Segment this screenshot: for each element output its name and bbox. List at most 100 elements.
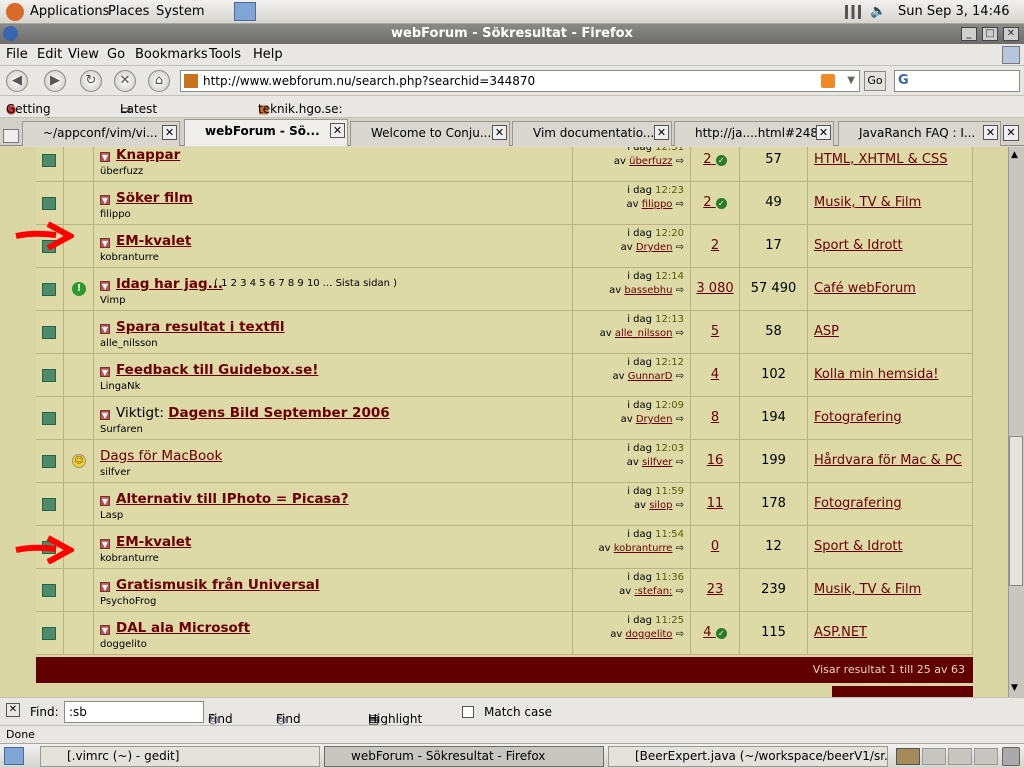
tab-close-icon[interactable]: ✕ bbox=[162, 125, 177, 140]
goto-last-post-icon[interactable]: ⇨ bbox=[676, 457, 684, 468]
last-poster-link[interactable]: filippo bbox=[642, 199, 673, 210]
thread-title-link[interactable]: EM-kvalet bbox=[116, 233, 191, 249]
thread-title-link[interactable]: Dags för MacBook bbox=[100, 448, 222, 464]
tab-close-icon[interactable]: ✕ bbox=[983, 125, 998, 140]
forum-link[interactable]: Café webForum bbox=[814, 281, 916, 296]
gnome-foot-icon[interactable] bbox=[6, 3, 24, 21]
tab-java-html[interactable]: http://ja....html#248 ✕ bbox=[674, 121, 834, 146]
thread-title-link[interactable]: EM-kvalet bbox=[116, 534, 191, 550]
new-post-icon[interactable]: ▼ bbox=[100, 539, 110, 549]
new-post-icon[interactable]: ▼ bbox=[100, 496, 110, 506]
forum-link[interactable]: Sport & Idrott bbox=[814, 539, 903, 554]
forum-link[interactable]: Hårdvara för Mac & PC bbox=[814, 453, 962, 468]
last-poster-link[interactable]: Dryden bbox=[636, 242, 673, 253]
pagination[interactable] bbox=[832, 686, 973, 697]
tab-vim-docs[interactable]: Vim documentatio... ✕ bbox=[512, 121, 672, 146]
new-post-icon[interactable]: ▼ bbox=[100, 410, 110, 420]
tab-webforum[interactable]: webForum - Sö... ✕ bbox=[184, 119, 348, 146]
last-poster-link[interactable]: überfuzz bbox=[629, 156, 672, 167]
tab-close-icon[interactable]: ✕ bbox=[330, 123, 345, 138]
minimize-button[interactable]: _ bbox=[961, 27, 977, 41]
new-post-icon[interactable]: ▼ bbox=[100, 625, 110, 635]
search-engine-icon[interactable]: G bbox=[898, 73, 909, 88]
goto-last-post-icon[interactable]: ⇨ bbox=[676, 156, 684, 167]
tab-conjure[interactable]: Welcome to Conju... ✕ bbox=[350, 121, 510, 146]
maximize-button[interactable]: □ bbox=[982, 27, 998, 41]
forum-link[interactable]: Kolla min hemsida! bbox=[814, 367, 939, 382]
goto-last-post-icon[interactable]: ⇨ bbox=[676, 629, 684, 640]
menu-places[interactable]: Places bbox=[108, 4, 149, 19]
thread-title-link[interactable]: DAL ala Microsoft bbox=[116, 620, 250, 636]
replies-link[interactable]: 23 bbox=[691, 582, 739, 597]
find-input[interactable]: :sb bbox=[64, 701, 204, 723]
vertical-scrollbar[interactable]: ▲ ▼ bbox=[1008, 147, 1024, 697]
last-poster-link[interactable]: alle_nilsson bbox=[615, 328, 673, 339]
goto-last-post-icon[interactable]: ⇨ bbox=[676, 500, 684, 511]
close-find-icon[interactable]: ✕ bbox=[6, 703, 20, 717]
thread-title-link[interactable]: Idag har jag... bbox=[116, 276, 223, 292]
thread-title-link[interactable]: Söker film bbox=[116, 190, 193, 206]
forward-icon[interactable]: ▶ bbox=[44, 70, 66, 92]
menu-applications[interactable]: Applications bbox=[30, 4, 109, 19]
home-icon[interactable]: ⌂ bbox=[148, 70, 170, 92]
go-button[interactable]: Go bbox=[864, 71, 886, 91]
goto-last-post-icon[interactable]: ⇨ bbox=[676, 285, 684, 296]
forum-link[interactable]: ASP bbox=[814, 324, 839, 339]
stop-icon[interactable]: ✕ bbox=[114, 70, 136, 92]
forum-link[interactable]: HTML, XHTML & CSS bbox=[814, 152, 948, 167]
new-tab-icon[interactable] bbox=[3, 129, 19, 143]
menu-edit[interactable]: Edit bbox=[37, 47, 62, 62]
thread-title-link[interactable]: Feedback till Guidebox.se! bbox=[116, 362, 318, 378]
last-poster-link[interactable]: kobranturre bbox=[614, 543, 673, 554]
workspace-3[interactable] bbox=[948, 748, 972, 765]
volume-icon[interactable]: 🔈 bbox=[870, 4, 886, 19]
replies-link[interactable]: 3 080 bbox=[691, 281, 739, 296]
forum-link[interactable]: ASP.NET bbox=[814, 625, 867, 640]
new-post-icon[interactable]: ▼ bbox=[100, 367, 110, 377]
replies-link[interactable]: 4 bbox=[691, 367, 739, 382]
tab-javaranch[interactable]: JavaRanch FAQ : I... ✕ bbox=[838, 121, 1001, 146]
last-poster-link[interactable]: silop bbox=[649, 500, 672, 511]
scrollbar-thumb[interactable] bbox=[1009, 436, 1023, 586]
workspace-2[interactable] bbox=[922, 748, 946, 765]
goto-last-post-icon[interactable]: ⇨ bbox=[676, 199, 684, 210]
rss-feed-icon[interactable] bbox=[821, 74, 835, 88]
replies-link[interactable]: 8 bbox=[691, 410, 739, 425]
taskbar-item-eclipse[interactable]: [BeerExpert.java (~/workspace/beerV1/sr.… bbox=[608, 746, 888, 767]
match-case-checkbox[interactable] bbox=[462, 706, 474, 718]
new-post-icon[interactable]: ▼ bbox=[100, 238, 110, 248]
last-poster-link[interactable]: Dryden bbox=[636, 414, 673, 425]
close-tab-icon[interactable]: ✕ bbox=[1003, 125, 1019, 141]
scroll-down-icon[interactable]: ▼ bbox=[1011, 683, 1018, 693]
replies-link[interactable]: 2 ✓ bbox=[691, 195, 739, 210]
search-input[interactable]: G bbox=[894, 70, 1020, 92]
menu-system[interactable]: System bbox=[156, 4, 204, 19]
tab-close-icon[interactable]: ✕ bbox=[816, 125, 831, 140]
replies-link[interactable]: 4 ✓ bbox=[691, 625, 739, 640]
firefox-app-icon[interactable] bbox=[3, 26, 18, 41]
last-poster-link[interactable]: silfver bbox=[642, 457, 672, 468]
new-post-icon[interactable]: ▼ bbox=[100, 582, 110, 592]
thread-title-link[interactable]: Gratismusik från Universal bbox=[116, 577, 320, 593]
menu-bookmarks[interactable]: Bookmarks bbox=[135, 47, 208, 62]
forum-link[interactable]: Musik, TV & Film bbox=[814, 195, 921, 210]
menu-help[interactable]: Help bbox=[253, 47, 283, 62]
tab-close-icon[interactable]: ✕ bbox=[492, 125, 507, 140]
show-desktop-icon[interactable] bbox=[4, 747, 24, 765]
replies-link[interactable]: 5 bbox=[691, 324, 739, 339]
replies-link[interactable]: 11 bbox=[691, 496, 739, 511]
forum-link[interactable]: Fotografering bbox=[814, 410, 902, 425]
tab-close-icon[interactable]: ✕ bbox=[654, 125, 669, 140]
trash-icon[interactable] bbox=[1002, 747, 1020, 766]
menu-view[interactable]: View bbox=[68, 47, 99, 62]
last-poster-link[interactable]: doggelito bbox=[626, 629, 673, 640]
last-poster-link[interactable]: :stefan: bbox=[634, 586, 672, 597]
menu-file[interactable]: File bbox=[6, 47, 28, 62]
thread-title-link[interactable]: Spara resultat i textfil bbox=[116, 319, 285, 335]
scroll-up-icon[interactable]: ▲ bbox=[1011, 150, 1018, 160]
workspace-1[interactable] bbox=[896, 748, 920, 765]
new-post-icon[interactable]: ▼ bbox=[100, 281, 110, 291]
replies-link[interactable]: 2 ✓ bbox=[691, 152, 739, 167]
close-window-button[interactable]: ✕ bbox=[1003, 27, 1019, 41]
goto-last-post-icon[interactable]: ⇨ bbox=[676, 414, 684, 425]
